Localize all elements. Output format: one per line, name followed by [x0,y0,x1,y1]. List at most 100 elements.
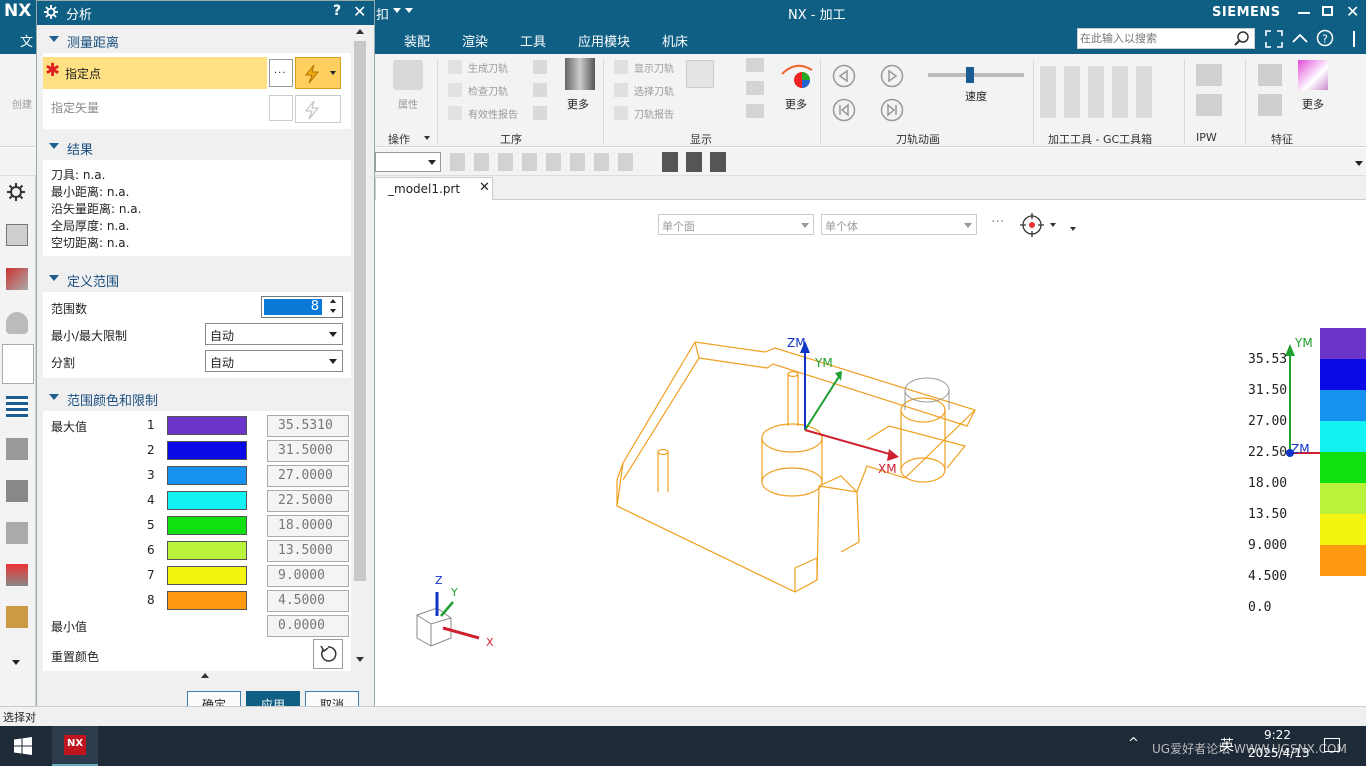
point-dialog-button[interactable]: ··· [269,59,293,87]
section-range-header[interactable]: 定义范围 [43,266,351,292]
scroll-down-icon[interactable] [356,657,364,662]
chevron-down-icon[interactable] [1070,227,1076,231]
reset-colors-button[interactable] [313,639,343,669]
color-swatch-button[interactable] [167,416,247,435]
clock-date[interactable]: 2025/4/13 [1248,746,1310,760]
play-reverse-icon[interactable] [832,64,856,88]
minimize-icon[interactable] [1298,12,1310,14]
step-back-icon[interactable] [832,98,856,122]
tab-label[interactable]: _model1.prt [388,182,460,196]
spin-down-icon[interactable] [330,309,336,313]
speed-slider-track[interactable] [928,73,1024,77]
collapse-icon[interactable] [49,36,59,42]
collapse-icon[interactable] [49,394,59,400]
search-box[interactable] [1077,28,1255,49]
mfg-icon[interactable] [6,480,28,502]
range-count-spinner[interactable]: 8 [261,296,343,318]
group-process[interactable]: 工序 [500,131,522,147]
speed-slider-thumb[interactable] [966,67,974,83]
chevron-down-icon[interactable] [1050,223,1056,227]
dialog-title-bar[interactable]: 分析 ? ✕ [37,1,374,25]
graphics-window[interactable]: 单个面 单个体 ··· ZM YM XM Z Y X YM ZM [375,200,1366,706]
section-colors-title[interactable]: 范围颜色和限制 [67,390,158,409]
specify-point-row[interactable]: ✱ 指定点 [43,57,267,89]
feature-icon[interactable] [1298,60,1328,90]
range-limit-input[interactable]: 35.5310 [267,415,349,437]
close-icon[interactable]: ✕ [1346,2,1359,21]
create-label[interactable]: 创建 [12,96,32,111]
more-label-feature[interactable]: 更多 [1302,96,1324,112]
chevron-down-icon[interactable] [424,136,430,140]
ipw-icons[interactable] [1196,64,1222,120]
nx-taskbar-button[interactable]: NX [52,726,98,766]
arrow-icons[interactable] [746,58,764,122]
tool-library-icon[interactable] [6,438,28,460]
tab-model[interactable]: _model1.prt ✕ [375,177,493,200]
chevron-down-icon[interactable] [12,660,20,665]
body-filter-label[interactable]: 单个体 [825,218,858,234]
fullscreen-icon[interactable] [1265,30,1283,48]
more-label-display[interactable]: 更多 [785,96,807,112]
inferred-point-dropdown[interactable] [295,57,341,89]
notification-icon[interactable] [1324,738,1340,752]
group-feature[interactable]: 特征 [1271,131,1293,147]
group-ipw[interactable]: IPW [1196,131,1217,144]
range-limit-input[interactable]: 22.5000 [267,490,349,512]
clock-time[interactable]: 9:22 [1264,728,1291,742]
range-limit-input[interactable]: 9.0000 [267,565,349,587]
type-filter-dropdown[interactable] [375,152,441,172]
chevron-down-icon[interactable] [329,359,337,364]
properties-label[interactable]: 属性 [398,96,418,111]
windows-start-icon[interactable] [14,737,32,755]
chevron-down-icon[interactable] [405,8,413,13]
part-navigator-icon[interactable] [6,224,28,246]
cube-icon[interactable] [6,522,28,544]
menu-tools[interactable]: 工具 [520,31,546,50]
min-value-input[interactable]: 0.0000 [267,615,349,637]
color-swatch-button[interactable] [167,566,247,585]
group-gc-toolbox[interactable]: 加工工具 - GC工具箱 [1048,131,1152,147]
limit-value[interactable]: 自动 [210,329,234,343]
chevron-down-icon[interactable] [393,8,401,13]
collapse-up-icon[interactable] [201,673,209,678]
restore-icon[interactable] [1322,6,1333,16]
group-operation[interactable]: 操作 [388,131,410,147]
generate-toolpath[interactable]: 生成刀轨 [468,60,508,75]
section-results-title[interactable]: 结果 [67,139,93,158]
close-button[interactable]: ✕ [353,2,366,21]
snap-point-icon[interactable] [1019,212,1045,238]
search-input[interactable] [1080,31,1230,46]
chevron-down-icon[interactable] [329,332,337,337]
menu-assembly[interactable]: 装配 [404,31,430,50]
menu-file[interactable]: 文 [20,31,33,50]
play-icon[interactable] [880,64,904,88]
close-tab-icon[interactable]: ✕ [479,180,490,195]
step-forward-icon[interactable] [880,98,904,122]
tray-chevron-icon[interactable]: ^ [1128,736,1139,751]
menu-application[interactable]: 应用模块 [578,31,630,50]
toolpath-report[interactable]: 刀轨报告 [634,106,674,121]
section-colors-header[interactable]: 范围颜色和限制 [43,385,351,411]
help-icon[interactable]: ? [1316,29,1334,47]
show-toolpath[interactable]: 显示刀轨 [634,60,674,75]
color-swatch-button[interactable] [167,466,247,485]
scroll-thumb[interactable] [354,41,366,581]
face-filter-label[interactable]: 单个面 [662,218,695,234]
section-measure-title[interactable]: 测量距离 [67,32,119,51]
inferred-vector-dropdown[interactable] [295,95,341,123]
color-swatch-button[interactable] [167,591,247,610]
feature-icons[interactable] [1258,64,1282,120]
range-limit-input[interactable]: 18.0000 [267,515,349,537]
range-limit-input[interactable]: 13.5000 [267,540,349,562]
section-results-header[interactable]: 结果 [43,134,351,160]
ime-indicator[interactable]: 英 [1220,735,1234,755]
scroll-up-icon[interactable] [356,29,364,34]
more-options-icon[interactable]: ··· [991,214,1004,230]
specify-point-label[interactable]: 指定点 [65,65,101,82]
operation-icons[interactable] [533,60,547,120]
analysis-icon[interactable] [780,60,814,90]
group-display[interactable]: 显示 [690,131,712,147]
machine-navigator-icon[interactable] [6,312,28,334]
section-measure-header[interactable]: 测量距离 [43,27,351,53]
color-swatch-button[interactable] [167,516,247,535]
